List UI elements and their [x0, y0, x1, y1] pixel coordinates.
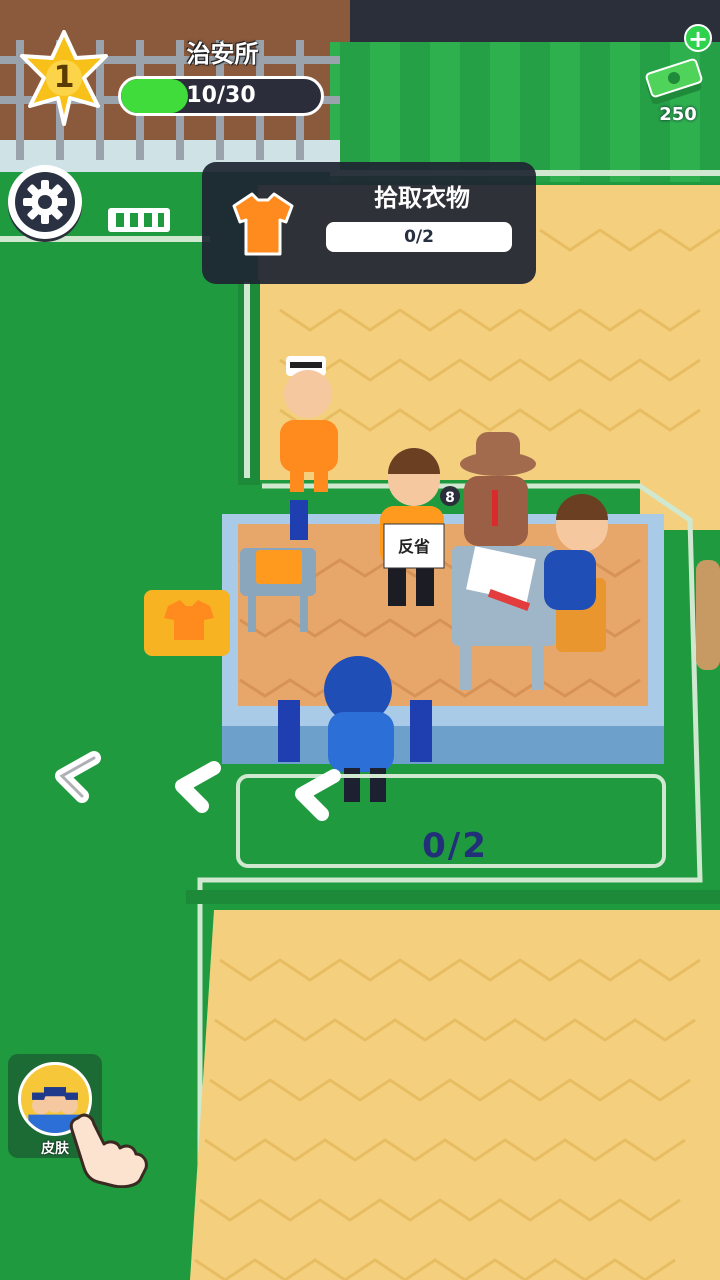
- level-number: 1: [53, 60, 75, 95]
- lower-floor-border: [186, 890, 720, 904]
- task-count: 0/2: [404, 227, 434, 247]
- task-panel: 拾取衣物 0/2: [202, 162, 536, 284]
- svg-text:8: 8: [445, 490, 455, 506]
- area-title: 治安所: [186, 40, 259, 68]
- arrow-left-icon: [175, 761, 221, 813]
- task-title: 拾取衣物: [374, 184, 470, 212]
- clothes-pickup-tile: [144, 590, 230, 656]
- floor-edge-line: [244, 282, 250, 478]
- confession-sign: 反省: [383, 523, 445, 569]
- direction-arrows: [55, 751, 341, 821]
- arrow-left-icon: [295, 769, 341, 821]
- settings-button[interactable]: [8, 165, 82, 239]
- sign-text: 反省: [398, 537, 430, 556]
- progress-text: 10/30: [186, 83, 256, 108]
- badge-number: 8: [440, 486, 460, 506]
- orange-shirt-icon: [232, 192, 294, 256]
- edge-object: [696, 560, 720, 670]
- cash-stack-icon: [645, 58, 703, 104]
- zone-count: 0/2: [422, 826, 488, 866]
- add-cash-button[interactable]: +: [684, 24, 712, 52]
- pointing-hand-icon: [69, 1113, 148, 1188]
- task-progress-bar: 0/2: [326, 222, 512, 252]
- folder-icon: [256, 550, 302, 584]
- cash-value: 250: [659, 104, 697, 125]
- gear-icon: [15, 172, 75, 232]
- area-progress-bar: 10/30: [118, 76, 324, 116]
- building-window: [350, 0, 720, 42]
- level-star-badge: 1: [14, 28, 114, 128]
